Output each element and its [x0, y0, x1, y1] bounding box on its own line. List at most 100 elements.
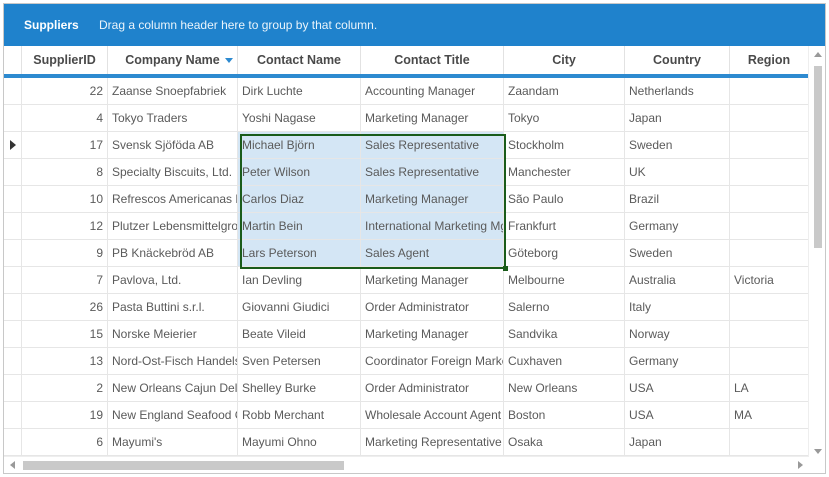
cell-company-name[interactable]: Specialty Biscuits, Ltd.	[108, 159, 238, 185]
cell-country[interactable]: Japan	[625, 429, 730, 455]
cell-city[interactable]: Frankfurt	[504, 213, 625, 239]
cell-supplier-id[interactable]: 22	[22, 78, 108, 104]
cell-company-name[interactable]: Refrescos Americanas LTDA	[108, 186, 238, 212]
cell-region[interactable]	[730, 429, 809, 455]
vertical-scrollbar[interactable]	[808, 46, 825, 458]
cell-company-name[interactable]: Tokyo Traders	[108, 105, 238, 131]
table-row[interactable]: 12Plutzer Lebensmittelgroßmärkte AGMarti…	[4, 213, 809, 240]
cell-company-name[interactable]: Norske Meierier	[108, 321, 238, 347]
cell-region[interactable]	[730, 132, 809, 158]
header-contact-title[interactable]: Contact Title	[361, 46, 504, 74]
cell-contact-title[interactable]: Marketing Representative	[361, 429, 504, 455]
cell-company-name[interactable]: Svensk Sjöföda AB	[108, 132, 238, 158]
cell-company-name[interactable]: Mayumi's	[108, 429, 238, 455]
cell-country[interactable]: Australia	[625, 267, 730, 293]
header-city[interactable]: City	[504, 46, 625, 74]
cell-contact-title[interactable]: Order Administrator	[361, 294, 504, 320]
cell-region[interactable]	[730, 186, 809, 212]
row-indicator[interactable]	[4, 105, 22, 131]
cell-contact-name[interactable]: Dirk Luchte	[238, 78, 361, 104]
cell-city[interactable]: Salerno	[504, 294, 625, 320]
cell-contact-name[interactable]: Ian Devling	[238, 267, 361, 293]
header-supplier-id[interactable]: SupplierID	[22, 46, 108, 74]
cell-contact-name[interactable]: Beate Vileid	[238, 321, 361, 347]
cell-country[interactable]: Italy	[625, 294, 730, 320]
cell-city[interactable]: Stockholm	[504, 132, 625, 158]
cell-city[interactable]: Zaandam	[504, 78, 625, 104]
scroll-right-icon[interactable]	[798, 461, 803, 469]
cell-contact-title[interactable]: Coordinator Foreign Markets	[361, 348, 504, 374]
cell-supplier-id[interactable]: 2	[22, 375, 108, 401]
cell-country[interactable]: Germany	[625, 213, 730, 239]
scroll-down-icon[interactable]	[814, 449, 822, 454]
cell-contact-name[interactable]: Carlos Diaz	[238, 186, 361, 212]
cell-contact-name[interactable]: Peter Wilson	[238, 159, 361, 185]
cell-region[interactable]	[730, 348, 809, 374]
cell-supplier-id[interactable]: 26	[22, 294, 108, 320]
cell-supplier-id[interactable]: 12	[22, 213, 108, 239]
cell-contact-title[interactable]: Accounting Manager	[361, 78, 504, 104]
cell-city[interactable]: São Paulo	[504, 186, 625, 212]
cell-country[interactable]: Sweden	[625, 240, 730, 266]
cell-region[interactable]: Victoria	[730, 267, 809, 293]
cell-region[interactable]	[730, 159, 809, 185]
cell-city[interactable]: Manchester	[504, 159, 625, 185]
row-indicator[interactable]	[4, 294, 22, 320]
cell-company-name[interactable]: New England Seafood Cannery	[108, 402, 238, 428]
cell-supplier-id[interactable]: 17	[22, 132, 108, 158]
cell-contact-title[interactable]: Wholesale Account Agent	[361, 402, 504, 428]
cell-contact-title[interactable]: Sales Agent	[361, 240, 504, 266]
cell-company-name[interactable]: Pasta Buttini s.r.l.	[108, 294, 238, 320]
cell-region[interactable]: MA	[730, 402, 809, 428]
cell-company-name[interactable]: Plutzer Lebensmittelgroßmärkte AG	[108, 213, 238, 239]
table-row[interactable]: 19New England Seafood CanneryRobb Mercha…	[4, 402, 809, 429]
row-indicator[interactable]	[4, 240, 22, 266]
cell-supplier-id[interactable]: 19	[22, 402, 108, 428]
table-row[interactable]: 10Refrescos Americanas LTDACarlos DiazMa…	[4, 186, 809, 213]
cell-country[interactable]: UK	[625, 159, 730, 185]
table-row[interactable]: 9 PB Knäckebröd AB Lars Peterson Sales Agen…	[4, 240, 809, 267]
cell-region[interactable]	[730, 213, 809, 239]
cell-contact-title[interactable]: Sales Representative	[361, 159, 504, 185]
row-indicator[interactable]	[4, 402, 22, 428]
row-indicator[interactable]	[4, 267, 22, 293]
cell-company-name[interactable]: New Orleans Cajun Delights	[108, 375, 238, 401]
cell-contact-name[interactable]: Lars Peterson	[238, 240, 361, 266]
cell-company-name[interactable]: PB Knäckebröd AB	[108, 240, 238, 266]
cell-contact-name[interactable]: Yoshi Nagase	[238, 105, 361, 131]
cell-country[interactable]: Germany	[625, 348, 730, 374]
header-company-name[interactable]: Company Name	[108, 46, 238, 74]
cell-country[interactable]: Netherlands	[625, 78, 730, 104]
cell-contact-title[interactable]: Sales Representative	[361, 132, 504, 158]
scroll-left-icon[interactable]	[10, 461, 15, 469]
cell-company-name[interactable]: Pavlova, Ltd.	[108, 267, 238, 293]
cell-city[interactable]: Tokyo	[504, 105, 625, 131]
row-indicator[interactable]	[4, 132, 22, 158]
cell-contact-title[interactable]: Marketing Manager	[361, 267, 504, 293]
cell-city[interactable]: New Orleans	[504, 375, 625, 401]
row-indicator[interactable]	[4, 78, 22, 104]
header-contact-name[interactable]: Contact Name	[238, 46, 361, 74]
cell-region[interactable]	[730, 240, 809, 266]
cell-contact-title[interactable]: Marketing Manager	[361, 105, 504, 131]
cell-city[interactable]: Boston	[504, 402, 625, 428]
horizontal-scroll-thumb[interactable]	[23, 461, 344, 470]
cell-contact-name[interactable]: Giovanni Giudici	[238, 294, 361, 320]
table-row[interactable]: 13Nord-Ost-Fisch Handelsgesellschaft mbH…	[4, 348, 809, 375]
cell-supplier-id[interactable]: 4	[22, 105, 108, 131]
cell-region[interactable]	[730, 105, 809, 131]
cell-region[interactable]	[730, 78, 809, 104]
table-row[interactable]: 6 Mayumi's Mayumi Ohno Marketing Representa…	[4, 429, 809, 456]
cell-contact-name[interactable]: Sven Petersen	[238, 348, 361, 374]
cell-city[interactable]: Cuxhaven	[504, 348, 625, 374]
cell-region[interactable]	[730, 321, 809, 347]
cell-contact-title[interactable]: Marketing Manager	[361, 186, 504, 212]
table-row[interactable]: 7 Pavlova, Ltd. Ian Devling Marketing Manag…	[4, 267, 809, 294]
table-row[interactable]: 26 Pasta Buttini s.r.l. Giovanni Giudici Or…	[4, 294, 809, 321]
table-row[interactable]: 8 Specialty Biscuits, Ltd. Peter Wilson Sal…	[4, 159, 809, 186]
cell-city[interactable]: Sandvika	[504, 321, 625, 347]
cell-supplier-id[interactable]: 7	[22, 267, 108, 293]
header-region[interactable]: Region	[730, 46, 809, 74]
cell-city[interactable]: Melbourne	[504, 267, 625, 293]
row-indicator[interactable]	[4, 159, 22, 185]
